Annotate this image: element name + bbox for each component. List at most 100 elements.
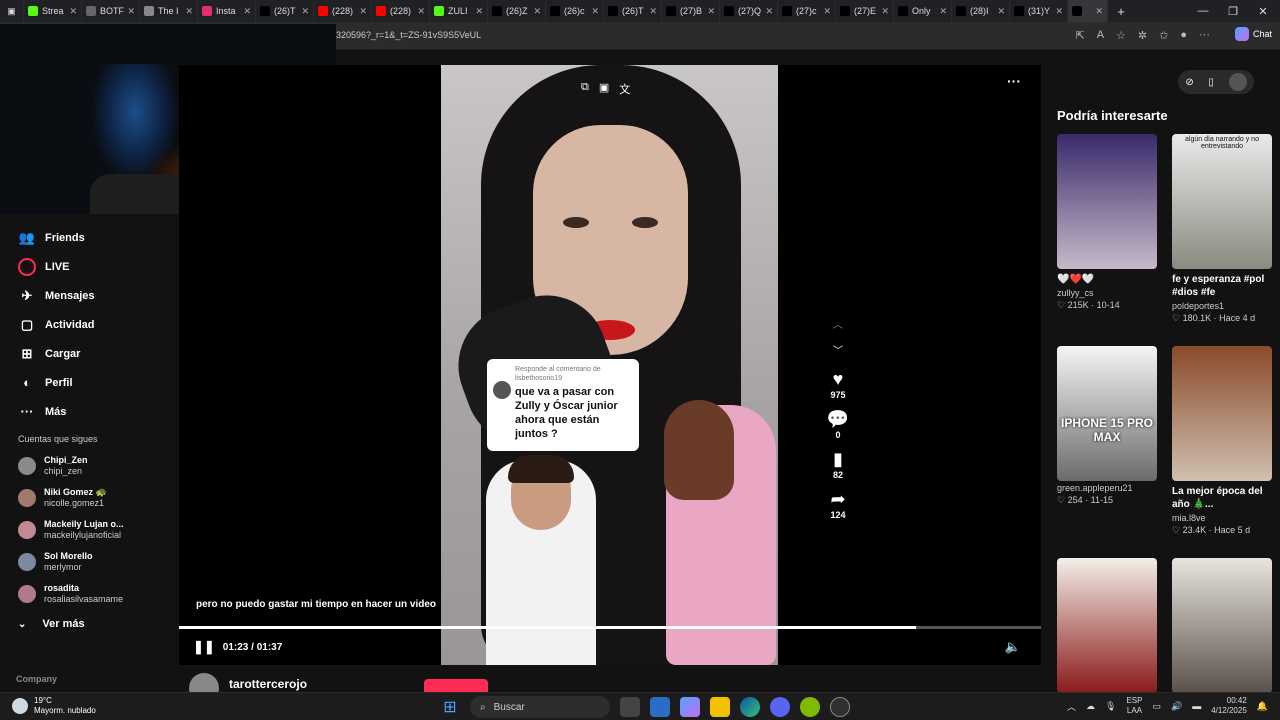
browser-tab[interactable]: Insta ✕ — [198, 0, 256, 22]
user-avatar[interactable] — [1228, 73, 1247, 91]
volume-icon[interactable]: 🔈 — [1005, 639, 1021, 655]
video-thumbnail[interactable]: IPHONE 15 PRO MAX — [1057, 346, 1157, 481]
store-icon[interactable] — [650, 697, 670, 717]
video-thumbnail[interactable]: algún día narrando y no entrevistando — [1172, 134, 1272, 269]
recommended-video-card[interactable] — [1172, 558, 1272, 692]
speaker-icon[interactable]: 🔊 — [1171, 701, 1182, 712]
pause-icon[interactable]: ❚❚ — [193, 639, 215, 655]
followed-account[interactable]: Sol Morello merlymor — [0, 546, 178, 578]
more-options-icon[interactable]: ··· — [1007, 73, 1021, 89]
recommended-video-card[interactable]: 🤍❤️🤍 zullyy_cs ♡ 215K · 10-14 — [1057, 134, 1157, 311]
obs-icon[interactable] — [830, 697, 850, 717]
sidebar-item-perfil[interactable]: ◐ Perfil — [0, 368, 178, 397]
close-tab-icon[interactable]: ✕ — [591, 6, 599, 17]
settings-more-icon[interactable]: ··· — [1199, 29, 1210, 42]
task-view-icon[interactable] — [620, 697, 640, 717]
close-tab-icon[interactable]: ✕ — [997, 6, 1005, 17]
language-indicator[interactable]: ESP LAA — [1126, 696, 1142, 716]
comment-button[interactable]: 💬 0 — [827, 408, 849, 440]
previous-video-icon[interactable]: ︿ — [833, 316, 843, 342]
browser-tab[interactable]: (28)I ✕ — [952, 0, 1010, 22]
favorites-icon[interactable]: ✩ — [1159, 29, 1168, 42]
followed-account[interactable]: Chipi_Zen chipi_zen — [0, 450, 178, 482]
close-tab-icon[interactable]: ✕ — [765, 6, 773, 17]
sidebar-item-actividad[interactable]: ▢ Actividad — [0, 310, 178, 339]
browser-tab[interactable]: (27)E ✕ — [836, 0, 894, 22]
sidebar-item-live[interactable]: LIVE — [0, 252, 178, 281]
close-tab-icon[interactable]: ✕ — [1055, 6, 1063, 17]
browser-tab[interactable]: (26)T ✕ — [604, 0, 662, 22]
video-player[interactable]: ⧉ ▣ 文 Responde al comentario de lisbetho… — [179, 65, 1041, 665]
new-tab-button[interactable]: + — [1108, 0, 1134, 22]
clock[interactable]: 00:42 4/12/2025 — [1211, 696, 1247, 716]
discord-icon[interactable] — [770, 697, 790, 717]
close-window-button[interactable]: ✕ — [1248, 0, 1278, 22]
file-explorer-icon[interactable] — [710, 697, 730, 717]
close-tab-icon[interactable]: ✕ — [475, 6, 483, 17]
next-video-icon[interactable]: ﹀ — [833, 342, 843, 368]
close-tab-icon[interactable]: ✕ — [533, 6, 541, 17]
browser-tab[interactable]: (228) ✕ — [372, 0, 430, 22]
miniplayer-icon[interactable]: ⧉ — [581, 81, 589, 97]
like-button[interactable]: ♥ 975 — [830, 368, 845, 400]
share-button[interactable]: ➦ 124 — [830, 488, 845, 520]
sidebar-item-mensajes[interactable]: ✈ Mensajes — [0, 281, 178, 310]
followed-account[interactable]: rosadita rosaliasilvasamame — [0, 578, 178, 610]
device-icon[interactable]: ▯ — [1208, 77, 1214, 88]
follow-button[interactable] — [424, 679, 488, 692]
xbox-icon[interactable] — [800, 697, 820, 717]
followed-account[interactable]: Niki Gomez 🐢 nicolle.gomez1 — [0, 482, 178, 514]
video-thumbnail[interactable] — [1057, 558, 1157, 692]
see-more-button[interactable]: ⌄ Ver más — [0, 610, 178, 638]
close-tab-icon[interactable]: ✕ — [707, 6, 715, 17]
close-tab-icon[interactable]: ✕ — [69, 6, 77, 17]
copilot-app-icon[interactable] — [680, 697, 700, 717]
author-name[interactable]: tarottercerojo — [229, 677, 307, 691]
close-tab-icon[interactable]: ✕ — [823, 6, 831, 17]
extensions-icon[interactable]: ✲ — [1138, 29, 1147, 42]
close-tab-icon[interactable]: ✕ — [417, 6, 425, 17]
browser-tab[interactable]: (27)c ✕ — [778, 0, 836, 22]
battery-icon[interactable]: ▬ — [1192, 701, 1201, 711]
video-thumbnail[interactable] — [1172, 558, 1272, 692]
taskbar-search[interactable]: ⌕ Buscar — [470, 696, 610, 718]
url-field[interactable]: 320596?_r=1&_t=ZS-91vS9S5VeUL — [336, 30, 481, 40]
sidebar-item-friends[interactable]: 👥 Friends — [0, 223, 178, 252]
onedrive-icon[interactable]: ☁ — [1086, 701, 1095, 712]
sidebar-item-más[interactable]: ··· Más — [0, 397, 178, 426]
video-thumbnail[interactable] — [1057, 134, 1157, 269]
close-tab-icon[interactable]: ✕ — [127, 6, 135, 17]
browser-tab[interactable]: (26)T ✕ — [256, 0, 314, 22]
network-icon[interactable]: ▭ — [1152, 701, 1161, 712]
close-tab-icon[interactable]: ✕ — [359, 6, 367, 17]
browser-tab[interactable]: ZULI ✕ — [430, 0, 488, 22]
close-tab-icon[interactable]: ✕ — [1095, 6, 1103, 17]
browser-tab[interactable]: ✕ — [1068, 0, 1108, 22]
followed-account[interactable]: Mackeily Lujan o... mackeilylujanoficial — [0, 514, 178, 546]
compass-icon[interactable]: ⊘ — [1185, 77, 1193, 88]
recommended-video-card[interactable]: algún día narrando y no entrevistando fe … — [1172, 134, 1272, 324]
browser-tab[interactable]: BOTF ✕ — [82, 0, 140, 22]
browser-tab[interactable]: (27)B ✕ — [662, 0, 720, 22]
browser-tab[interactable]: (27)Q ✕ — [720, 0, 778, 22]
author-avatar[interactable] — [189, 673, 219, 692]
pip-icon[interactable]: ▣ — [599, 81, 609, 97]
recommended-video-card[interactable] — [1057, 558, 1157, 692]
browser-tab[interactable]: Strea ✕ — [24, 0, 82, 22]
profile-avatar-icon[interactable]: ● — [1180, 29, 1187, 42]
start-icon[interactable]: ⊞ — [440, 697, 460, 717]
browser-tab[interactable]: (26)Z ✕ — [488, 0, 546, 22]
close-tab-icon[interactable]: ✕ — [301, 6, 309, 17]
edge-icon[interactable] — [740, 697, 760, 717]
browser-tab[interactable]: Only ✕ — [894, 0, 952, 22]
close-tab-icon[interactable]: ✕ — [243, 6, 251, 17]
close-tab-icon[interactable]: ✕ — [185, 6, 193, 17]
recommended-video-card[interactable]: La mejor época del año 🎄... mia.l8ve ♡ 23.… — [1172, 346, 1272, 536]
maximize-button[interactable]: ❐ — [1218, 0, 1248, 22]
video-frame[interactable]: ⧉ ▣ 文 Responde al comentario de lisbetho… — [441, 65, 778, 665]
company-link[interactable]: Company — [16, 674, 57, 684]
recommended-video-card[interactable]: IPHONE 15 PRO MAX green.appleperu21 ♡ 254 … — [1057, 346, 1157, 506]
minimize-button[interactable]: — — [1188, 0, 1218, 22]
read-aloud-icon[interactable]: A — [1097, 29, 1104, 42]
microphone-icon[interactable]: 🎙 — [1105, 701, 1116, 712]
